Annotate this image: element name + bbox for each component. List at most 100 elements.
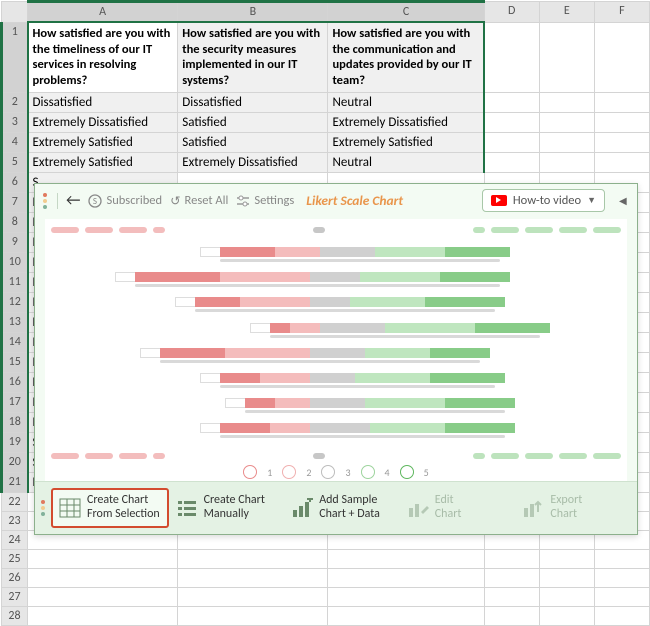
cell-D2[interactable] (484, 92, 539, 112)
row-header-4[interactable]: 4 (2, 132, 28, 152)
cell-B26[interactable] (178, 568, 328, 587)
cell-E27[interactable] (539, 587, 594, 606)
row-header-10[interactable]: 10 (2, 252, 28, 272)
create-chart-manually-button[interactable]: Create ChartManually (169, 489, 285, 527)
howto-video-button[interactable]: How-to video ▼ (482, 189, 605, 212)
row-header-21[interactable]: 21 (2, 472, 28, 492)
row-header-20[interactable]: 20 (2, 452, 28, 472)
cell-A4[interactable]: Extremely Satisfied (28, 132, 178, 152)
cell-F1[interactable] (594, 22, 649, 92)
cell-E28[interactable] (539, 606, 594, 625)
row-header-24[interactable]: 24 (2, 530, 28, 549)
row-header-2[interactable]: 2 (2, 92, 28, 112)
row-header-3[interactable]: 3 (2, 112, 28, 132)
cell-E1[interactable] (539, 22, 594, 92)
back-arrow-icon[interactable]: ← (66, 191, 80, 210)
col-header-C[interactable]: C (328, 2, 484, 23)
drag-handle-icon[interactable] (41, 500, 45, 516)
row-header-1[interactable]: 1 (2, 22, 28, 92)
cell-F4[interactable] (594, 132, 649, 152)
row-header-19[interactable]: 19 (2, 432, 28, 452)
cell-F2[interactable] (594, 92, 649, 112)
cell-A28[interactable] (28, 606, 178, 625)
subscribed-button[interactable]: S Subscribed (88, 193, 162, 208)
settings-button[interactable]: Settings (236, 193, 294, 208)
row-header-25[interactable]: 25 (2, 549, 28, 568)
cell-D3[interactable] (484, 112, 539, 132)
row-header-18[interactable]: 18 (2, 412, 28, 432)
col-header-E[interactable]: E (539, 2, 594, 23)
drag-handle-icon[interactable] (43, 193, 47, 209)
row-header-26[interactable]: 26 (2, 568, 28, 587)
cell-D26[interactable] (484, 568, 539, 587)
cell-B3[interactable]: Satisfied (178, 112, 328, 132)
cell-C4[interactable]: Extremely Satisfied (328, 132, 484, 152)
cell-A2[interactable]: Dissatisfied (28, 92, 178, 112)
cell-D25[interactable] (484, 549, 539, 568)
col-header-D[interactable]: D (484, 2, 539, 23)
collapse-pane-icon[interactable]: ◀ (619, 194, 629, 207)
cell-A3[interactable]: Extremely Dissatisfied (28, 112, 178, 132)
cell-B4[interactable]: Satisfied (178, 132, 328, 152)
cell-D4[interactable] (484, 132, 539, 152)
col-header-A[interactable]: A (28, 2, 178, 23)
col-header-B[interactable]: B (178, 2, 328, 23)
row-header-8[interactable]: 8 (2, 212, 28, 232)
row-header-15[interactable]: 15 (2, 352, 28, 372)
row-header-13[interactable]: 13 (2, 312, 28, 332)
cell-E26[interactable] (539, 568, 594, 587)
cell-A5[interactable]: Extremely Satisfied (28, 152, 178, 172)
cell-C3[interactable]: Extremely Dissatisfied (328, 112, 484, 132)
cell-C1[interactable]: How satisfied are you with the communica… (328, 22, 484, 92)
row-header-6[interactable]: 6 (2, 172, 28, 192)
row-header-9[interactable]: 9 (2, 232, 28, 252)
row-header-17[interactable]: 17 (2, 392, 28, 412)
cell-F5[interactable] (594, 152, 649, 172)
cell-E3[interactable] (539, 112, 594, 132)
row-header-7[interactable]: 7 (2, 192, 28, 212)
cell-A1[interactable]: How satisfied are you with the timelines… (28, 22, 178, 92)
cell-E25[interactable] (539, 549, 594, 568)
row-header-14[interactable]: 14 (2, 332, 28, 352)
cell-C5[interactable]: Neutral (328, 152, 484, 172)
cell-D27[interactable] (484, 587, 539, 606)
cell-F3[interactable] (594, 112, 649, 132)
cell-F26[interactable] (594, 568, 649, 587)
select-all-corner[interactable] (2, 2, 28, 23)
cell-B5[interactable]: Extremely Dissatisfied (178, 152, 328, 172)
row-header-11[interactable]: 11 (2, 272, 28, 292)
cell-B28[interactable] (178, 606, 328, 625)
col-header-F[interactable]: F (594, 2, 649, 23)
cell-E5[interactable] (539, 152, 594, 172)
cell-A25[interactable] (28, 549, 178, 568)
cell-B27[interactable] (178, 587, 328, 606)
cell-C28[interactable] (328, 606, 484, 625)
cell-C26[interactable] (328, 568, 484, 587)
reset-all-button[interactable]: ↺ Reset All (170, 193, 228, 209)
cell-C25[interactable] (328, 549, 484, 568)
row-header-27[interactable]: 27 (2, 587, 28, 606)
cell-C27[interactable] (328, 587, 484, 606)
cell-D5[interactable] (484, 152, 539, 172)
row-header-12[interactable]: 12 (2, 292, 28, 312)
cell-A27[interactable] (28, 587, 178, 606)
cell-D28[interactable] (484, 606, 539, 625)
cell-E2[interactable] (539, 92, 594, 112)
row-header-16[interactable]: 16 (2, 372, 28, 392)
create-chart-from-selection-button[interactable]: Create ChartFrom Selection (51, 488, 169, 528)
add-sample-button[interactable]: Add SampleChart + Data (284, 489, 400, 527)
cell-C2[interactable]: Neutral (328, 92, 484, 112)
row-header-5[interactable]: 5 (2, 152, 28, 172)
cell-F25[interactable] (594, 549, 649, 568)
cell-B2[interactable]: Dissatisfied (178, 92, 328, 112)
cell-B1[interactable]: How satisfied are you with the security … (178, 22, 328, 92)
cell-D1[interactable] (484, 22, 539, 92)
cell-F28[interactable] (594, 606, 649, 625)
cell-F27[interactable] (594, 587, 649, 606)
cell-E4[interactable] (539, 132, 594, 152)
cell-B25[interactable] (178, 549, 328, 568)
row-header-28[interactable]: 28 (2, 606, 28, 625)
row-header-23[interactable]: 23 (2, 511, 28, 530)
cell-A26[interactable] (28, 568, 178, 587)
row-header-22[interactable]: 22 (2, 492, 28, 511)
